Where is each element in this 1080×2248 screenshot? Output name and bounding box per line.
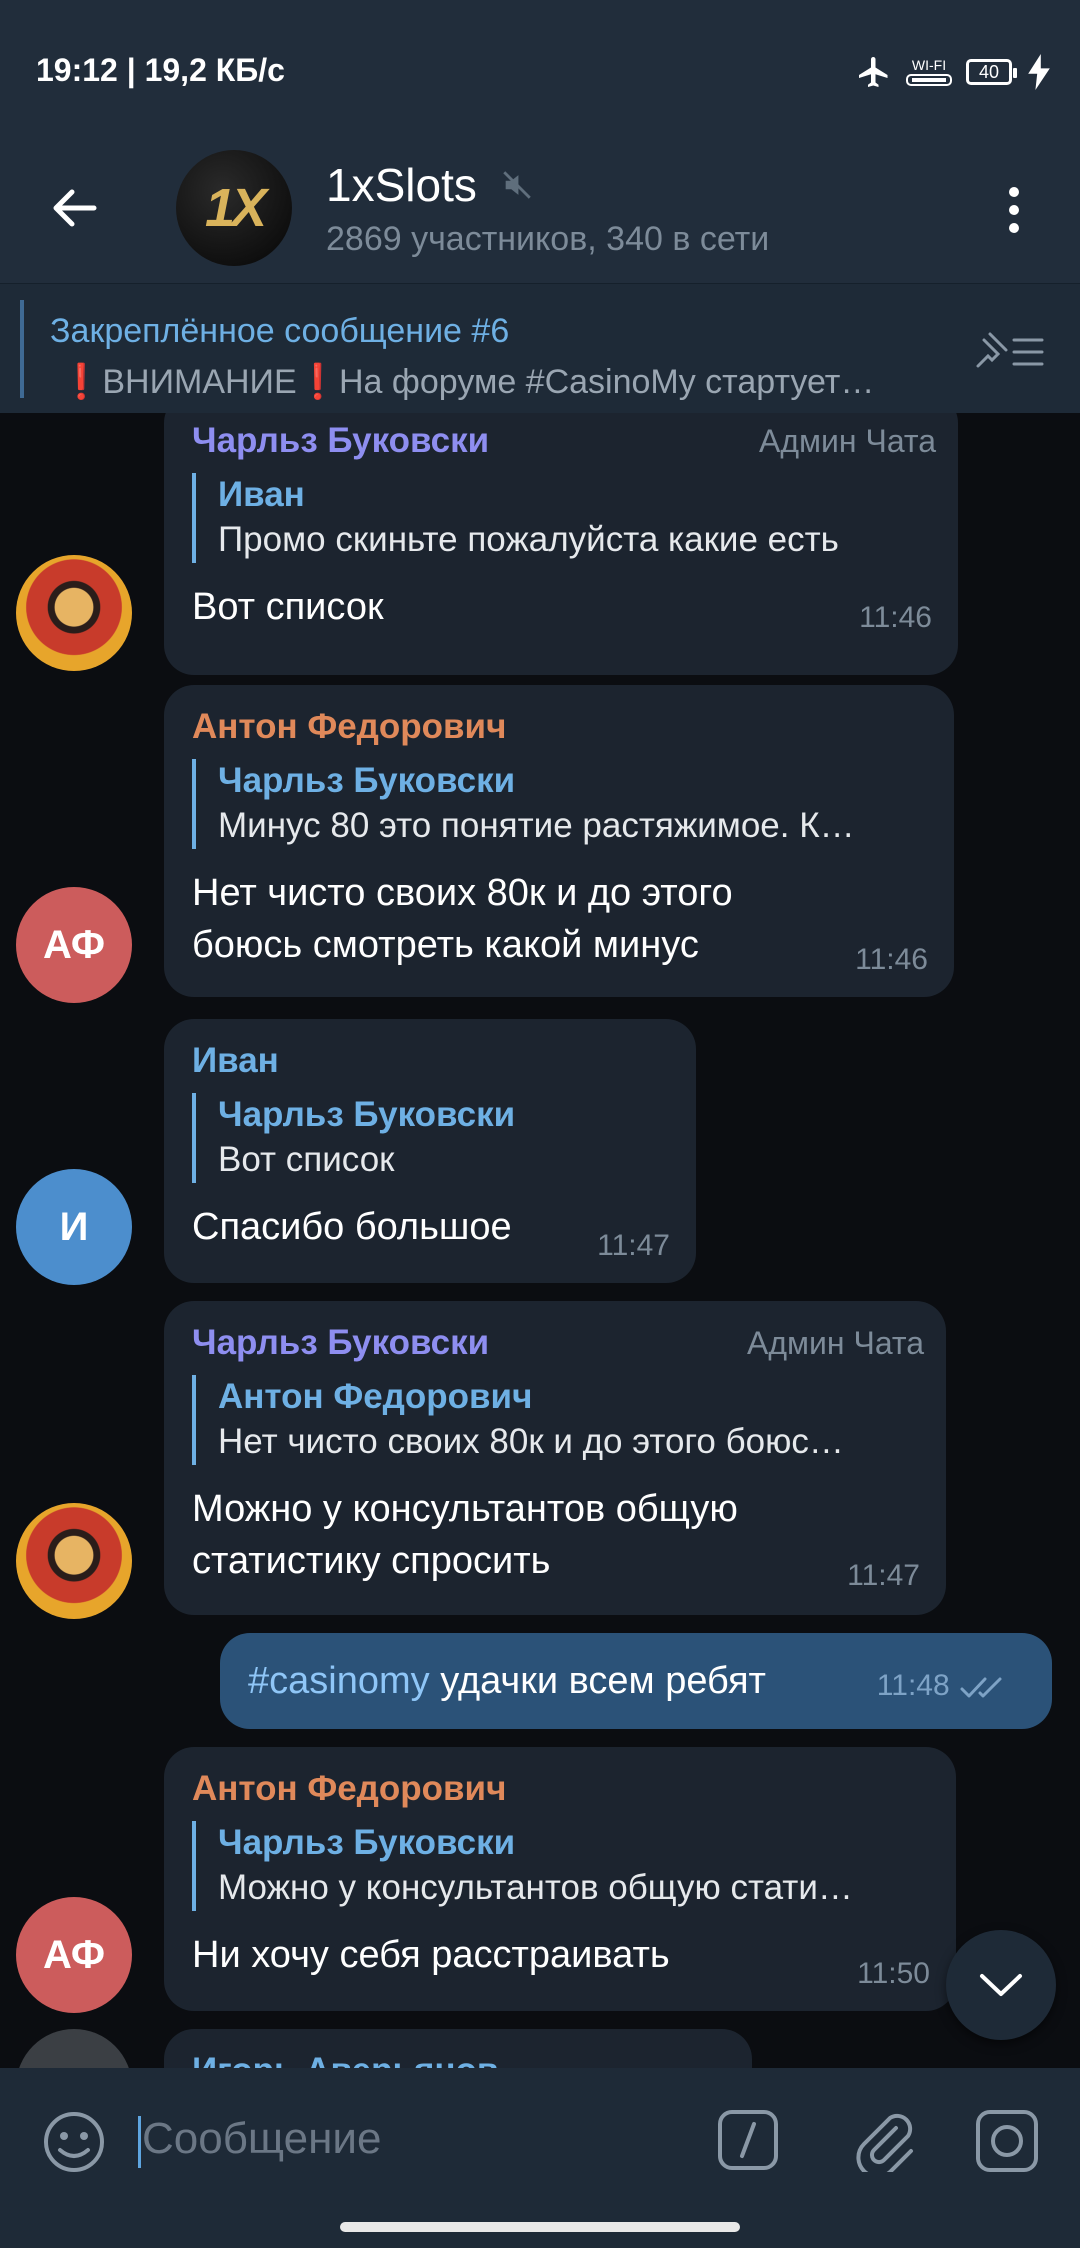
message-input[interactable]: Сообщение (142, 2114, 381, 2164)
reply-author: Чарльз Буковски (218, 1095, 516, 1134)
admin-role-label: Админ Чата (747, 1325, 924, 1361)
reply-quote[interactable]: Антон Федорович Нет чисто своих 80к и до… (192, 1375, 918, 1465)
status-icons: WI-FI 40 (856, 52, 1052, 92)
scroll-down-button[interactable] (946, 1930, 1056, 2040)
status-time: 19:12 | 19,2 КБ/с (36, 52, 285, 88)
reply-quote[interactable]: Иван Промо скиньте пожалуйста какие есть (192, 473, 938, 563)
wifi-icon: WI-FI (906, 58, 952, 86)
message-text: Спасибо большое (192, 1206, 512, 1248)
chat-history[interactable]: Чарльз Буковски Админ Чата Иван Промо ск… (0, 413, 1080, 2068)
reply-quote[interactable]: Чарльз Буковски Минус 80 это понятие рас… (192, 759, 928, 849)
reply-text: Вот список (218, 1140, 395, 1179)
message-author[interactable]: Антон Федорович (192, 1769, 506, 1809)
message-author[interactable]: Антон Федорович (192, 707, 506, 747)
message-author[interactable]: Иван (192, 1041, 279, 1081)
message-author[interactable]: Чарльз Буковски (192, 421, 489, 461)
airplane-icon (859, 57, 888, 87)
reply-author: Чарльз Буковски (218, 1823, 516, 1862)
message-bubble[interactable]: Чарльз Буковски Админ Чата Антон Федоров… (164, 1301, 946, 1615)
message-time: 11:47 (847, 1559, 920, 1592)
user-avatar[interactable] (16, 2029, 132, 2068)
message-time: 11:47 (597, 1229, 670, 1262)
message-bubble[interactable]: Чарльз Буковски Админ Чата Иван Промо ск… (164, 413, 958, 675)
reply-author: Чарльз Буковски (218, 761, 516, 800)
message-input-bar: Сообщение (0, 2068, 1080, 2208)
message-time: 11:48 (877, 1669, 1008, 1703)
read-checkmarks-icon (960, 1677, 1002, 1698)
emoji-icon[interactable] (40, 2108, 108, 2176)
reply-quote[interactable]: Чарльз Буковски Можно у консультантов об… (192, 1821, 930, 1911)
text-cursor (138, 2116, 141, 2168)
charging-icon (1028, 54, 1050, 90)
pinned-text: ❗ВНИМАНИЕ❗На форуме #CasinoMy стартует… (60, 363, 875, 401)
admin-role-label: Админ Чата (759, 423, 936, 459)
user-avatar[interactable]: АФ (16, 1897, 132, 2013)
attach-icon[interactable] (850, 2106, 916, 2172)
pinned-list-icon[interactable] (970, 330, 1046, 374)
message-text: Вот список (192, 586, 384, 628)
pinned-title: Закреплённое сообщение #6 (50, 312, 510, 350)
user-avatar[interactable]: АФ (16, 887, 132, 1003)
message-line: статистику спросить (192, 1540, 551, 1582)
home-handle[interactable] (340, 2222, 740, 2232)
battery-icon: 40 (966, 59, 1017, 85)
reply-text: Минус 80 это понятие растяжимое. К… (218, 806, 855, 845)
message-time: 11:46 (859, 601, 932, 634)
bot-commands-icon[interactable] (716, 2108, 780, 2172)
message-bubble[interactable]: Игорь Аверьянов (164, 2029, 752, 2068)
message-time: 11:46 (855, 943, 928, 976)
muted-icon (503, 171, 531, 199)
message-author[interactable]: Игорь Аверьянов (192, 2051, 498, 2068)
status-bar: 19:12 | 19,2 КБ/с WI-FI 40 (0, 0, 1080, 140)
message-line: Нет чисто своих 80к и до этого (192, 872, 733, 914)
message-text: Можно у консультантов общую статистику с… (192, 1483, 738, 1587)
channel-logo: 1X (204, 178, 267, 238)
channel-avatar[interactable]: 1X (176, 150, 292, 266)
user-avatar[interactable]: И (16, 1169, 132, 1285)
chat-subtitle: 2869 участников, 340 в сети (326, 220, 770, 258)
chevron-down-icon (980, 1974, 1022, 1996)
reply-author: Антон Федорович (218, 1377, 533, 1416)
chat-title[interactable]: 1xSlots (326, 158, 477, 212)
system-nav-bar (0, 2208, 1080, 2248)
reply-quote[interactable]: Чарльз Буковски Вот список (192, 1093, 678, 1183)
message-text: #casinomy удачки всем ребят (248, 1655, 766, 1707)
user-avatar[interactable] (16, 1503, 132, 1619)
message-line: боюсь смотреть какой минус (192, 924, 699, 966)
reply-text: Нет чисто своих 80к и до этого боюс… (218, 1422, 844, 1461)
pinned-message-bar[interactable]: Закреплённое сообщение #6 ❗ВНИМАНИЕ❗На ф… (0, 283, 1080, 414)
message-text: Нет чисто своих 80к и до этого боюсь смо… (192, 867, 733, 971)
more-menu-icon[interactable] (994, 180, 1034, 240)
pinned-indicator (20, 300, 24, 398)
message-text: Ни хочу себя расстраивать (192, 1934, 670, 1976)
camera-icon[interactable] (974, 2108, 1040, 2174)
user-avatar[interactable] (16, 555, 132, 671)
message-author[interactable]: Чарльз Буковски (192, 1323, 489, 1363)
back-arrow-icon[interactable] (38, 178, 118, 238)
hashtag-link[interactable]: #casinomy (248, 1660, 430, 1702)
message-time: 11:50 (857, 1957, 930, 1990)
reply-text: Можно у консультантов общую стати… (218, 1868, 853, 1907)
reply-author: Иван (218, 475, 305, 514)
own-message-bubble[interactable]: #casinomy удачки всем ребят 11:48 (220, 1633, 1052, 1729)
message-body: удачки всем ребят (440, 1660, 766, 1702)
message-bubble[interactable]: Иван Чарльз Буковски Вот список Спасибо … (164, 1019, 696, 1283)
reply-text: Промо скиньте пожалуйста какие есть (218, 520, 839, 559)
message-bubble[interactable]: Антон Федорович Чарльз Буковски Минус 80… (164, 685, 954, 997)
message-line: Можно у консультантов общую (192, 1488, 738, 1530)
message-bubble[interactable]: Антон Федорович Чарльз Буковски Можно у … (164, 1747, 956, 2011)
top-bar: 19:12 | 19,2 КБ/с WI-FI 40 1X 1xSlots 28… (0, 0, 1080, 283)
